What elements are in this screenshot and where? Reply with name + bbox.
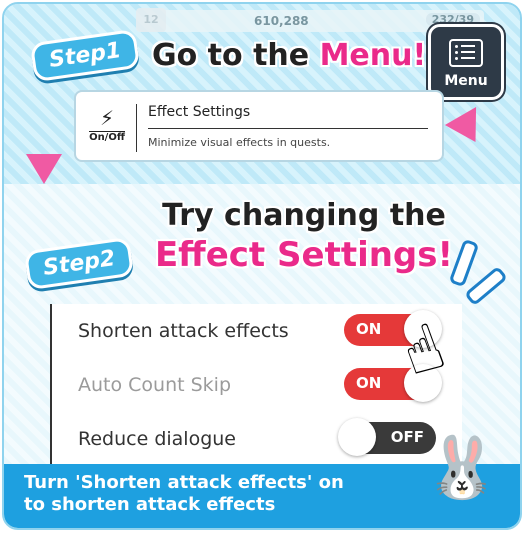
level-indicator: 12 [136, 8, 166, 32]
down-arrow-icon [26, 154, 62, 184]
step1-badge: Step1 [29, 28, 141, 83]
effect-settings-card[interactable]: ⚡ On/Off Effect Settings Minimize visual… [74, 90, 444, 162]
on-off-icon: ⚡ On/Off [89, 106, 125, 143]
effect-settings-description: Minimize visual effects in quests. [148, 136, 331, 149]
step2-title-line2: Effect Settings! [154, 235, 454, 275]
step2-title-line1: Try changing the [162, 198, 446, 233]
divider [136, 104, 137, 152]
pointer-arrow-icon [444, 107, 492, 151]
setting-row-auto-count-skip: Auto Count Skip ON [78, 364, 448, 404]
effect-settings-title: Effect Settings [148, 104, 251, 120]
step1-title-highlight: Menu! [319, 38, 427, 73]
toggle-state: ON [356, 320, 382, 338]
step1-title: Go to the Menu! [152, 38, 426, 73]
menu-button-label: Menu [444, 73, 488, 89]
setting-label: Reduce dialogue [78, 428, 236, 450]
menu-button[interactable]: Menu [428, 24, 504, 100]
setting-row-shorten-attack-effects: Shorten attack effects ON [78, 310, 448, 350]
step1-title-prefix: Go to the [152, 38, 320, 73]
menu-icon [449, 39, 483, 67]
setting-row-reduce-dialogue: Reduce dialogue OFF [78, 418, 448, 458]
coin-count: 610,288 [254, 14, 309, 28]
title-underline [148, 128, 428, 129]
tutorial-card: 12 610,288 232/39 Step1 Go to the Menu! … [2, 2, 522, 530]
toggle-state: ON [356, 374, 382, 392]
on-off-icon-label: On/Off [89, 131, 125, 143]
bunny-mascot-icon: 🐰 [424, 433, 500, 503]
step1-panel: 12 610,288 232/39 Step1 Go to the Menu! … [4, 4, 520, 184]
setting-label: Auto Count Skip [78, 374, 232, 396]
toggle-knob [338, 418, 376, 456]
step2-title: Try changing the Effect Settings! [154, 198, 454, 275]
setting-label: Shorten attack effects [78, 320, 289, 342]
